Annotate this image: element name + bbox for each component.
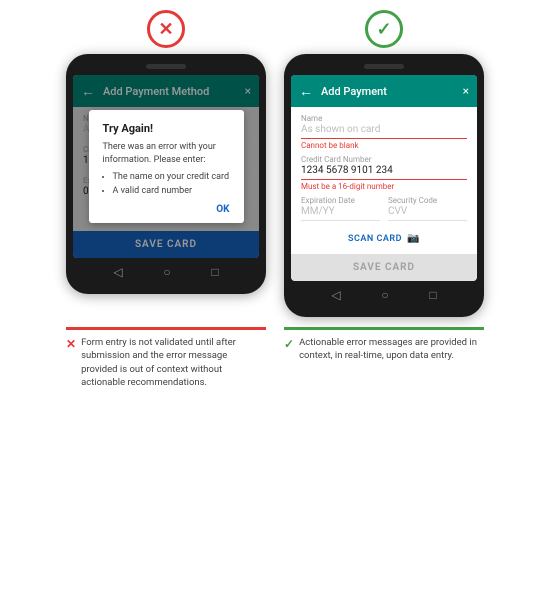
- phone-speaker: [146, 64, 186, 69]
- good-app-bar: ← Add Payment ×: [291, 75, 477, 107]
- good-form-body: Name As shown on card Cannot be blank Cr…: [291, 107, 477, 254]
- good-save-card-button[interactable]: SAVE CARD: [291, 254, 477, 281]
- good-caption-divider: [284, 327, 484, 330]
- good-exp-label: Expiration Date: [301, 196, 380, 205]
- good-scan-card-button[interactable]: SCAN CARD 📷: [301, 227, 467, 248]
- bad-nav-home[interactable]: ○: [163, 265, 170, 279]
- good-phone-screen-wrapper: ← Add Payment × Name As shown on card Ca…: [291, 75, 477, 309]
- bad-bullet-2: A valid card number: [113, 185, 230, 198]
- bad-phone-screen: ← Add Payment Method × Name As shown on …: [73, 75, 259, 258]
- bad-phone-nav: ◁ ○ □: [73, 258, 259, 286]
- bad-caption-block: ✕ Form entry is not validated until afte…: [66, 327, 266, 389]
- good-phone-nav: ◁ ○ □: [291, 281, 477, 309]
- bad-dialog-body: There was an error with your information…: [103, 141, 230, 197]
- bad-caption-text: Form entry is not validated until after …: [81, 336, 266, 389]
- bad-badge: ✕: [147, 10, 185, 48]
- bad-caption-divider: [66, 327, 266, 330]
- bad-dialog-body-text: There was an error with your information…: [103, 142, 216, 165]
- good-caption-text: Actionable error messages are provided i…: [299, 336, 484, 363]
- bad-caption-icon: ✕: [66, 337, 76, 351]
- good-name-error: Cannot be blank: [301, 141, 467, 150]
- bad-caption-text-row: ✕ Form entry is not validated until afte…: [66, 336, 266, 389]
- bad-phone: ← Add Payment Method × Name As shown on …: [66, 54, 266, 294]
- bad-dialog-title: Try Again!: [103, 122, 230, 135]
- good-name-label: Name: [301, 114, 467, 123]
- good-badge: ✓: [365, 10, 403, 48]
- good-nav-recents[interactable]: □: [429, 288, 436, 302]
- good-caption-block: ✓ Actionable error messages are provided…: [284, 327, 484, 389]
- good-badge-icon: ✓: [376, 19, 391, 40]
- bad-bullet-1: The name on your credit card: [113, 171, 230, 184]
- good-scan-card-label: SCAN CARD: [348, 234, 402, 244]
- good-nav-back[interactable]: ◁: [331, 288, 340, 302]
- good-scan-icon: 📷: [407, 233, 420, 244]
- good-back-arrow[interactable]: ←: [299, 83, 313, 100]
- bad-nav-recents[interactable]: □: [211, 265, 218, 279]
- bad-dialog-box: Try Again! There was an error with your …: [89, 110, 244, 222]
- bad-phone-screen-wrapper: ← Add Payment Method × Name As shown on …: [73, 75, 259, 286]
- bad-dialog-actions: OK: [103, 204, 230, 215]
- good-cc-error: Must be a 16-digit number: [301, 182, 467, 191]
- good-cc-label: Credit Card Number: [301, 155, 467, 164]
- good-name-value[interactable]: As shown on card: [301, 124, 467, 139]
- good-sec-label: Security Code: [388, 196, 467, 205]
- good-phone-speaker: [364, 64, 404, 69]
- good-cc-value[interactable]: 1234 5678 9101 234: [301, 165, 467, 180]
- good-exp-sec-row: Expiration Date MM/YY Security Code CVV: [301, 196, 467, 227]
- bad-phone-column: ✕ ← Add Payment Method × Name As shown o…: [66, 10, 266, 317]
- good-phone-column: ✓ ← Add Payment × Name As shown on card: [284, 10, 484, 317]
- good-caption-icon: ✓: [284, 337, 294, 351]
- bad-dialog-overlay: Try Again! There was an error with your …: [73, 75, 259, 258]
- good-exp-value[interactable]: MM/YY: [301, 206, 380, 221]
- good-cvv-value[interactable]: CVV: [388, 206, 467, 221]
- bad-dialog-bullets: The name on your credit card A valid car…: [103, 171, 230, 198]
- good-app-title: Add Payment: [321, 85, 463, 98]
- good-caption-text-row: ✓ Actionable error messages are provided…: [284, 336, 484, 363]
- captions-row: ✕ Form entry is not validated until afte…: [10, 327, 540, 389]
- good-exp-group: Expiration Date MM/YY: [301, 196, 380, 227]
- bad-badge-icon: ✕: [158, 19, 173, 40]
- good-phone-screen: ← Add Payment × Name As shown on card Ca…: [291, 75, 477, 281]
- good-sec-group: Security Code CVV: [388, 196, 467, 227]
- bad-nav-back[interactable]: ◁: [113, 265, 122, 279]
- bad-dialog-ok-button[interactable]: OK: [216, 204, 229, 215]
- good-nav-home[interactable]: ○: [381, 288, 388, 302]
- good-close-button[interactable]: ×: [463, 84, 469, 98]
- good-phone: ← Add Payment × Name As shown on card Ca…: [284, 54, 484, 317]
